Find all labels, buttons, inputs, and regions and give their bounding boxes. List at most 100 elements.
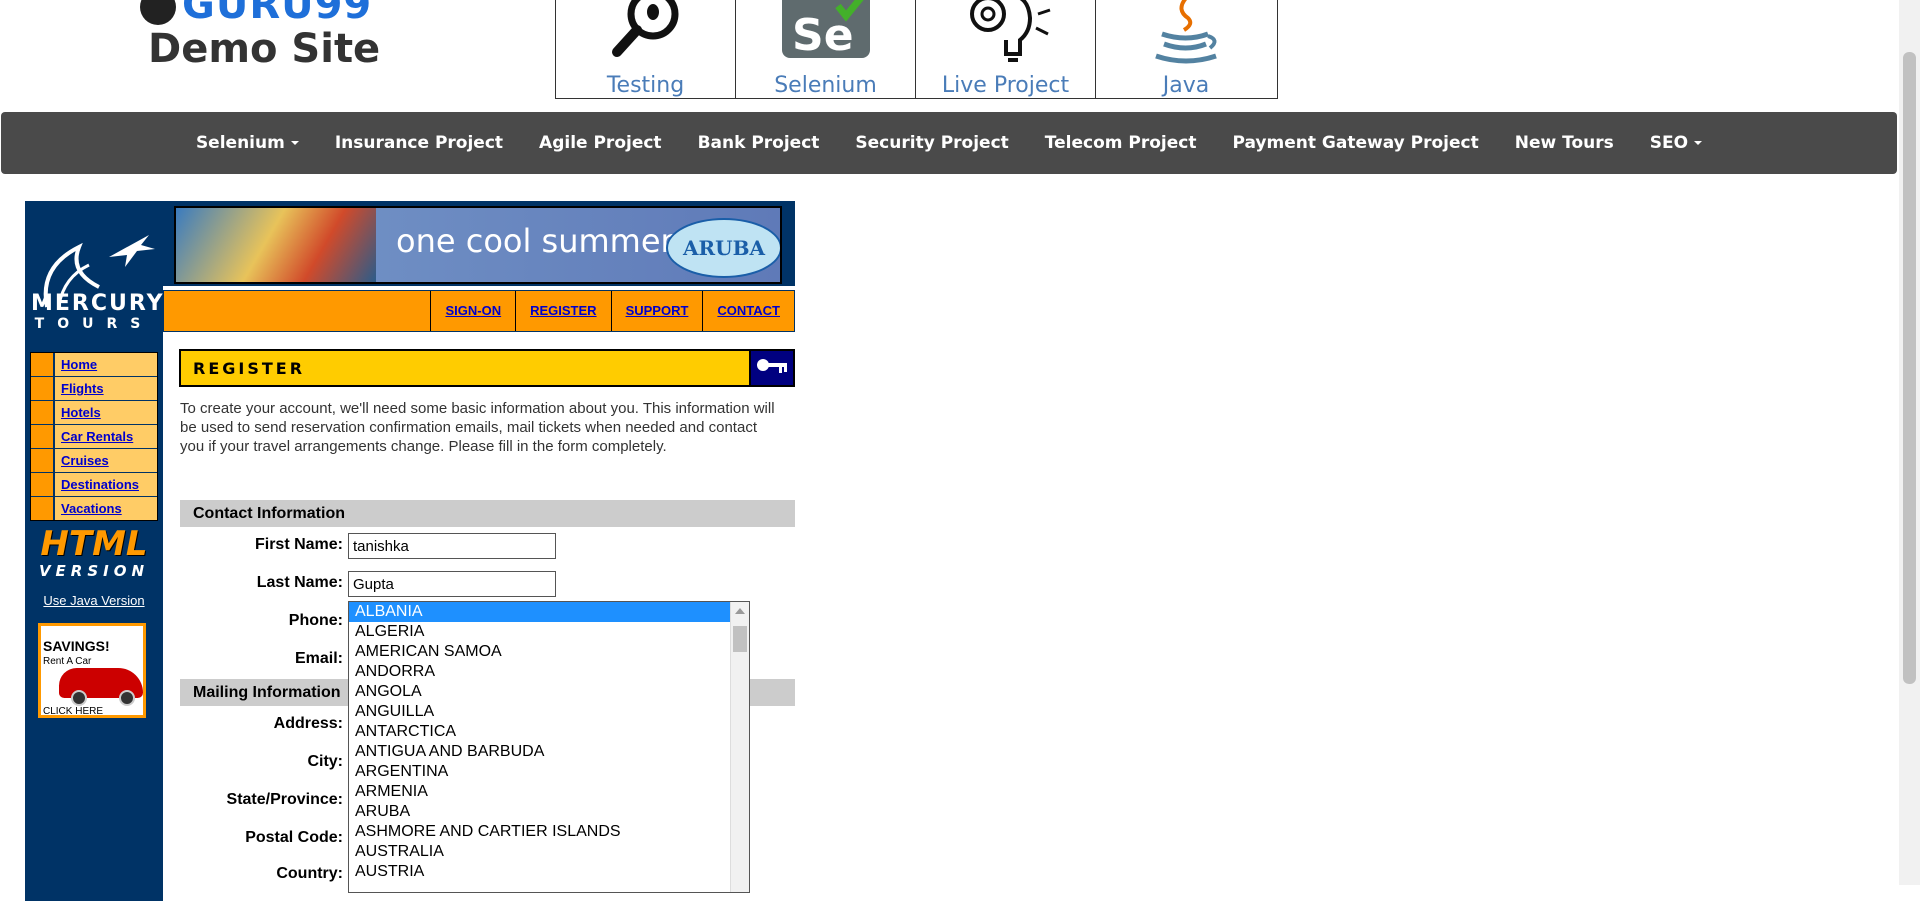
caret-down-icon <box>1694 141 1703 145</box>
dropdown-scrollbar[interactable] <box>730 602 749 892</box>
page-title: REGISTER <box>193 359 306 378</box>
banner-photo <box>176 208 376 282</box>
nav-selenium-dropdown[interactable]: Selenium <box>178 133 317 153</box>
side-nav-link[interactable]: Hotels <box>61 405 101 420</box>
tile-label: Live Project <box>941 73 1070 98</box>
last-name-label: Last Name: <box>256 574 343 591</box>
mercury-top-links-bar: SIGN-ON REGISTER SUPPORT CONTACT <box>163 290 795 332</box>
first-name-input[interactable] <box>348 533 556 559</box>
wordmark-line2: TOURS <box>34 316 154 332</box>
register-header-bar: REGISTER <box>179 349 795 387</box>
support-link[interactable]: SUPPORT <box>610 291 703 331</box>
sign-on-link[interactable]: SIGN-ON <box>430 291 515 331</box>
savings-rent-a-car-ad[interactable]: SAVINGS! Rent A Car CLICK HERE <box>38 623 146 718</box>
register-link[interactable]: REGISTER <box>515 291 610 331</box>
country-option[interactable]: AUSTRALIA <box>349 842 749 862</box>
city-label: City: <box>307 753 343 770</box>
side-nav-item-cruises: Cruises <box>31 449 157 473</box>
ad-subtitle: Rent A Car <box>43 656 92 667</box>
country-option[interactable]: ALGERIA <box>349 622 749 642</box>
nav-bank-project[interactable]: Bank Project <box>680 133 838 153</box>
side-nav-link[interactable]: Destinations <box>61 477 139 492</box>
nav-telecom-project[interactable]: Telecom Project <box>1027 133 1215 153</box>
html-version-line2: VERSION <box>38 562 150 580</box>
aruba-badge: ARUBA <box>666 218 780 278</box>
bullet-square-icon <box>31 497 55 520</box>
ad-cta: CLICK HERE <box>43 706 104 717</box>
country-option[interactable]: ARUBA <box>349 802 749 822</box>
country-option[interactable]: ANDORRA <box>349 662 749 682</box>
selenium-se-icon: Se <box>781 0 870 61</box>
side-nav-link[interactable]: Cruises <box>61 453 109 468</box>
page-scroll-thumb[interactable] <box>1903 52 1916 684</box>
bullet-square-icon <box>31 473 55 496</box>
nav-seo-dropdown[interactable]: SEO <box>1632 133 1720 153</box>
country-option[interactable]: AMERICAN SAMOA <box>349 642 749 662</box>
tile-label: Testing <box>606 73 685 98</box>
nav-payment-gateway-project[interactable]: Payment Gateway Project <box>1214 133 1496 153</box>
ad-title: SAVINGS! <box>43 638 110 654</box>
tile-live-project[interactable]: Live Project <box>916 0 1096 98</box>
tile-label: Selenium <box>774 73 877 98</box>
contact-link[interactable]: CONTACT <box>702 291 794 331</box>
side-nav-item-vacations: Vacations <box>31 497 157 520</box>
country-option[interactable]: ANGOLA <box>349 682 749 702</box>
side-nav-link[interactable]: Home <box>61 357 97 372</box>
nav-security-project[interactable]: Security Project <box>837 133 1026 153</box>
last-name-input[interactable] <box>348 571 556 597</box>
bullet-square-icon <box>31 449 55 472</box>
aruba-banner-ad[interactable]: one cool summer ARUBA <box>174 206 782 284</box>
side-nav-link[interactable]: Flights <box>61 381 104 396</box>
country-option[interactable]: ARGENTINA <box>349 762 749 782</box>
country-select-dropdown[interactable]: ALBANIA ALGERIA AMERICAN SAMOA ANDORRA A… <box>348 601 750 893</box>
address-label: Address: <box>273 715 343 732</box>
use-java-version-link[interactable]: Use Java Version <box>25 593 163 608</box>
side-nav-link[interactable]: Car Rentals <box>61 429 133 444</box>
scroll-up-arrow-icon[interactable] <box>735 608 745 614</box>
html-version-line1: HTML <box>40 524 148 564</box>
bullet-square-icon <box>31 377 55 400</box>
tile-java[interactable]: Java <box>1096 0 1276 98</box>
guru99-g-icon <box>140 0 176 25</box>
country-option[interactable]: ANTARCTICA <box>349 722 749 742</box>
key-icon <box>749 351 793 385</box>
country-option[interactable]: ANTIGUA AND BARBUDA <box>349 742 749 762</box>
country-option[interactable]: AUSTRIA <box>349 862 749 882</box>
tile-label: Java <box>1162 73 1210 98</box>
side-nav-item-car-rentals: Car Rentals <box>31 425 157 449</box>
site-subtitle: Demo Site <box>148 26 381 72</box>
bullet-square-icon <box>31 425 55 448</box>
side-nav-link[interactable]: Vacations <box>61 501 122 516</box>
country-label: Country: <box>276 865 343 882</box>
bullet-square-icon <box>31 353 55 376</box>
country-option[interactable]: ALBANIA <box>349 602 749 622</box>
brand-text: GURU99 <box>182 0 373 28</box>
email-label: Email: <box>294 650 343 667</box>
nav-agile-project[interactable]: Agile Project <box>521 133 680 153</box>
wordmark-line1: MERCURY <box>31 291 165 316</box>
nav-new-tours[interactable]: New Tours <box>1497 133 1632 153</box>
first-name-label: First Name: <box>254 536 343 553</box>
side-nav-item-flights: Flights <box>31 377 157 401</box>
contact-information-header: Contact Information <box>180 500 795 527</box>
country-option[interactable]: ANGUILLA <box>349 702 749 722</box>
java-cup-icon <box>1155 0 1217 64</box>
magnifier-bug-icon <box>611 0 678 57</box>
page-scrollbar[interactable] <box>1899 0 1920 885</box>
country-option[interactable]: ARMENIA <box>349 782 749 802</box>
mercury-side-nav: Home Flights Hotels Car Rentals Cruises … <box>30 352 158 521</box>
caret-down-icon <box>290 141 299 145</box>
phone-label: Phone: <box>288 612 343 629</box>
tile-selenium[interactable]: Se Selenium <box>736 0 916 98</box>
bulb-gears-icon <box>969 0 1050 62</box>
mercury-tours-wordmark: MERCURY TOURS <box>31 291 165 332</box>
guru99-logo[interactable]: GURU99 <box>140 0 372 28</box>
dropdown-scroll-thumb[interactable] <box>733 626 747 652</box>
tile-testing[interactable]: Testing <box>556 0 736 98</box>
nav-label: SEO <box>1649 133 1689 153</box>
side-nav-item-home: Home <box>31 353 157 377</box>
nav-insurance-project[interactable]: Insurance Project <box>317 133 521 153</box>
banner-text: one cool summer <box>396 222 674 260</box>
car-wheel-icon <box>71 690 87 706</box>
country-option[interactable]: ASHMORE AND CARTIER ISLANDS <box>349 822 749 842</box>
